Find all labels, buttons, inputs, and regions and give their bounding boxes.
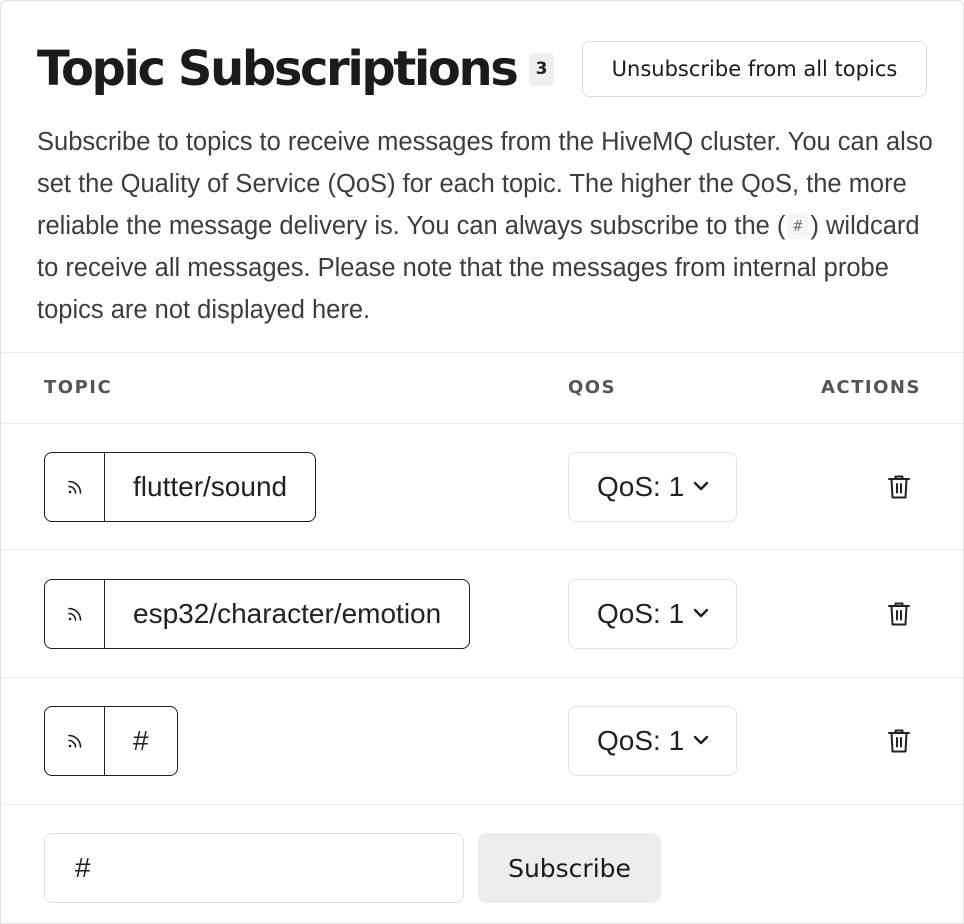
chevron-down-icon <box>693 735 709 745</box>
topic-name: esp32/character/emotion <box>133 598 442 629</box>
chevron-down-icon <box>693 481 709 491</box>
description-text: Subscribe to topics to receive messages … <box>37 121 937 331</box>
topic-chip: flutter/sound <box>44 452 317 522</box>
qos-select[interactable]: QoS: 1 <box>568 579 737 649</box>
topic-subscriptions-panel: Topic Subscriptions 3 Unsubscribe from a… <box>0 0 964 924</box>
table-row: esp32/character/emotion QoS: 1 <box>1 551 963 678</box>
topic-name: flutter/sound <box>133 471 288 502</box>
subscription-count-badge: 3 <box>529 53 554 86</box>
divider <box>1 352 963 353</box>
unsubscribe-all-button[interactable]: Unsubscribe from all topics <box>582 41 927 97</box>
divider <box>1 804 963 805</box>
qos-value: QoS: 1 <box>597 725 685 756</box>
table-row: flutter/sound QoS: 1 <box>1 424 963 551</box>
qos-value: QoS: 1 <box>597 598 685 629</box>
rss-feed-icon <box>45 580 105 648</box>
trash-icon[interactable] <box>887 601 911 627</box>
divider <box>1 549 963 550</box>
qos-select[interactable]: QoS: 1 <box>568 706 737 776</box>
chevron-down-icon <box>693 608 709 618</box>
trash-icon[interactable] <box>887 728 911 754</box>
rss-feed-icon <box>45 453 105 521</box>
table-row: # QoS: 1 <box>1 678 963 805</box>
page-title: Topic Subscriptions <box>37 41 519 97</box>
rss-feed-icon <box>45 707 105 775</box>
qos-select[interactable]: QoS: 1 <box>568 452 737 522</box>
column-header-topic: TOPIC <box>44 377 113 398</box>
column-header-qos: QOS <box>568 377 617 398</box>
subscribe-button[interactable]: Subscribe <box>478 833 661 903</box>
qos-value: QoS: 1 <box>597 471 685 502</box>
topic-chip: esp32/character/emotion <box>44 579 471 649</box>
wildcard-code-chip: # <box>787 213 809 239</box>
new-topic-input[interactable] <box>44 833 464 903</box>
topic-name: # <box>133 725 149 756</box>
column-header-actions: ACTIONS <box>821 377 921 398</box>
trash-icon[interactable] <box>887 474 911 500</box>
topic-chip: # <box>44 706 178 776</box>
panel-header: Topic Subscriptions 3 Unsubscribe from a… <box>37 39 927 99</box>
